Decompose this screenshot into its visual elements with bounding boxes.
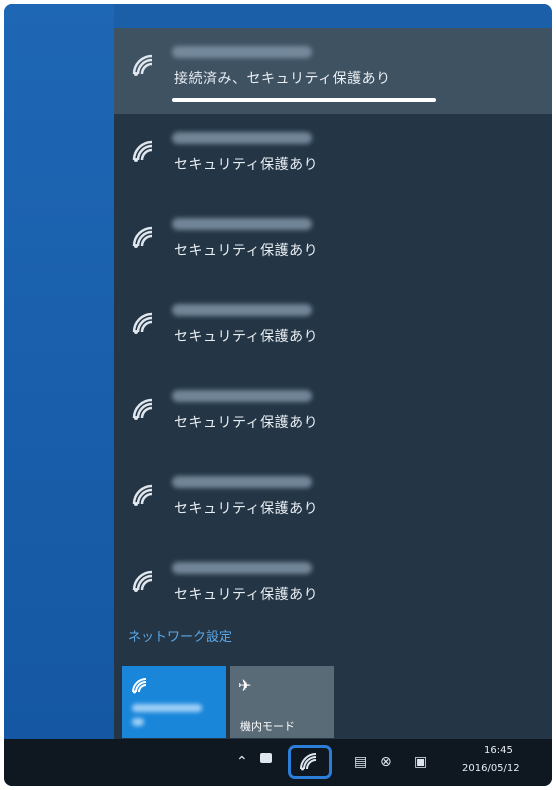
network-item[interactable]: セキュリティ保護あり bbox=[114, 544, 552, 630]
network-status: セキュリティ保護あり bbox=[174, 415, 319, 431]
wifi-signal-icon bbox=[132, 226, 153, 248]
wifi-signal-icon bbox=[132, 54, 153, 76]
screen-frame: 接続済み、セキュリティ保護あり セキュリティ保護あり セキュリティ保護あり セキ… bbox=[4, 4, 552, 786]
network-item[interactable]: セキュリティ保護あり bbox=[114, 458, 552, 544]
airplane-mode-tile[interactable]: ✈ 機内モード bbox=[230, 666, 334, 738]
wifi-icon bbox=[132, 678, 147, 694]
network-flyout: 接続済み、セキュリティ保護あり セキュリティ保護あり セキュリティ保護あり セキ… bbox=[114, 28, 552, 739]
wifi-signal-icon bbox=[132, 484, 153, 506]
close-circle-icon[interactable]: ⊗ bbox=[380, 753, 392, 771]
network-ssid-redacted bbox=[172, 132, 312, 144]
network-ssid-redacted bbox=[172, 562, 312, 574]
network-item[interactable]: セキュリティ保護あり bbox=[114, 286, 552, 372]
network-settings-link[interactable]: ネットワーク設定 bbox=[128, 626, 232, 645]
network-item[interactable]: セキュリティ保護あり bbox=[114, 200, 552, 286]
network-status: セキュリティ保護あり bbox=[174, 157, 319, 173]
network-status: セキュリティ保護あり bbox=[174, 243, 319, 259]
status-underline bbox=[172, 98, 436, 102]
wifi-toggle-tile[interactable] bbox=[122, 666, 226, 738]
network-ssid-redacted bbox=[172, 304, 312, 316]
wifi-signal-icon bbox=[132, 398, 153, 420]
network-status: セキュリティ保護あり bbox=[174, 329, 319, 345]
wifi-tile-ssid-redacted bbox=[132, 704, 202, 712]
wifi-icon[interactable] bbox=[298, 751, 320, 773]
clock-time[interactable]: 16:45 bbox=[484, 745, 513, 756]
network-ssid-redacted bbox=[172, 218, 312, 230]
network-item[interactable]: セキュリティ保護あり bbox=[114, 114, 552, 200]
airplane-mode-label: 機内モード bbox=[240, 720, 295, 733]
taskbar: ⌃ ▤ ⊗ ▣ 16:45 2016/05/12 bbox=[4, 739, 552, 786]
network-status: セキュリティ保護あり bbox=[174, 501, 319, 517]
battery-icon[interactable] bbox=[260, 753, 272, 763]
notification-icon[interactable]: ▣ bbox=[414, 753, 427, 771]
wifi-signal-icon bbox=[132, 140, 153, 162]
network-item-connected[interactable]: 接続済み、セキュリティ保護あり bbox=[114, 28, 552, 114]
network-ssid-redacted bbox=[172, 390, 312, 402]
message-icon[interactable]: ▤ bbox=[354, 753, 367, 771]
wifi-signal-icon bbox=[132, 312, 153, 334]
desktop-background bbox=[4, 4, 114, 739]
chevron-up-icon[interactable]: ⌃ bbox=[236, 753, 248, 771]
network-ssid-redacted bbox=[172, 46, 312, 58]
wifi-tile-ssid-redacted bbox=[132, 718, 144, 726]
wifi-signal-icon bbox=[132, 570, 153, 592]
network-item[interactable]: セキュリティ保護あり bbox=[114, 372, 552, 458]
network-status: 接続済み、セキュリティ保護あり bbox=[174, 71, 391, 87]
clock-date[interactable]: 2016/05/12 bbox=[462, 763, 520, 774]
network-status: セキュリティ保護あり bbox=[174, 587, 319, 603]
airplane-icon: ✈ bbox=[238, 676, 252, 695]
network-ssid-redacted bbox=[172, 476, 312, 488]
